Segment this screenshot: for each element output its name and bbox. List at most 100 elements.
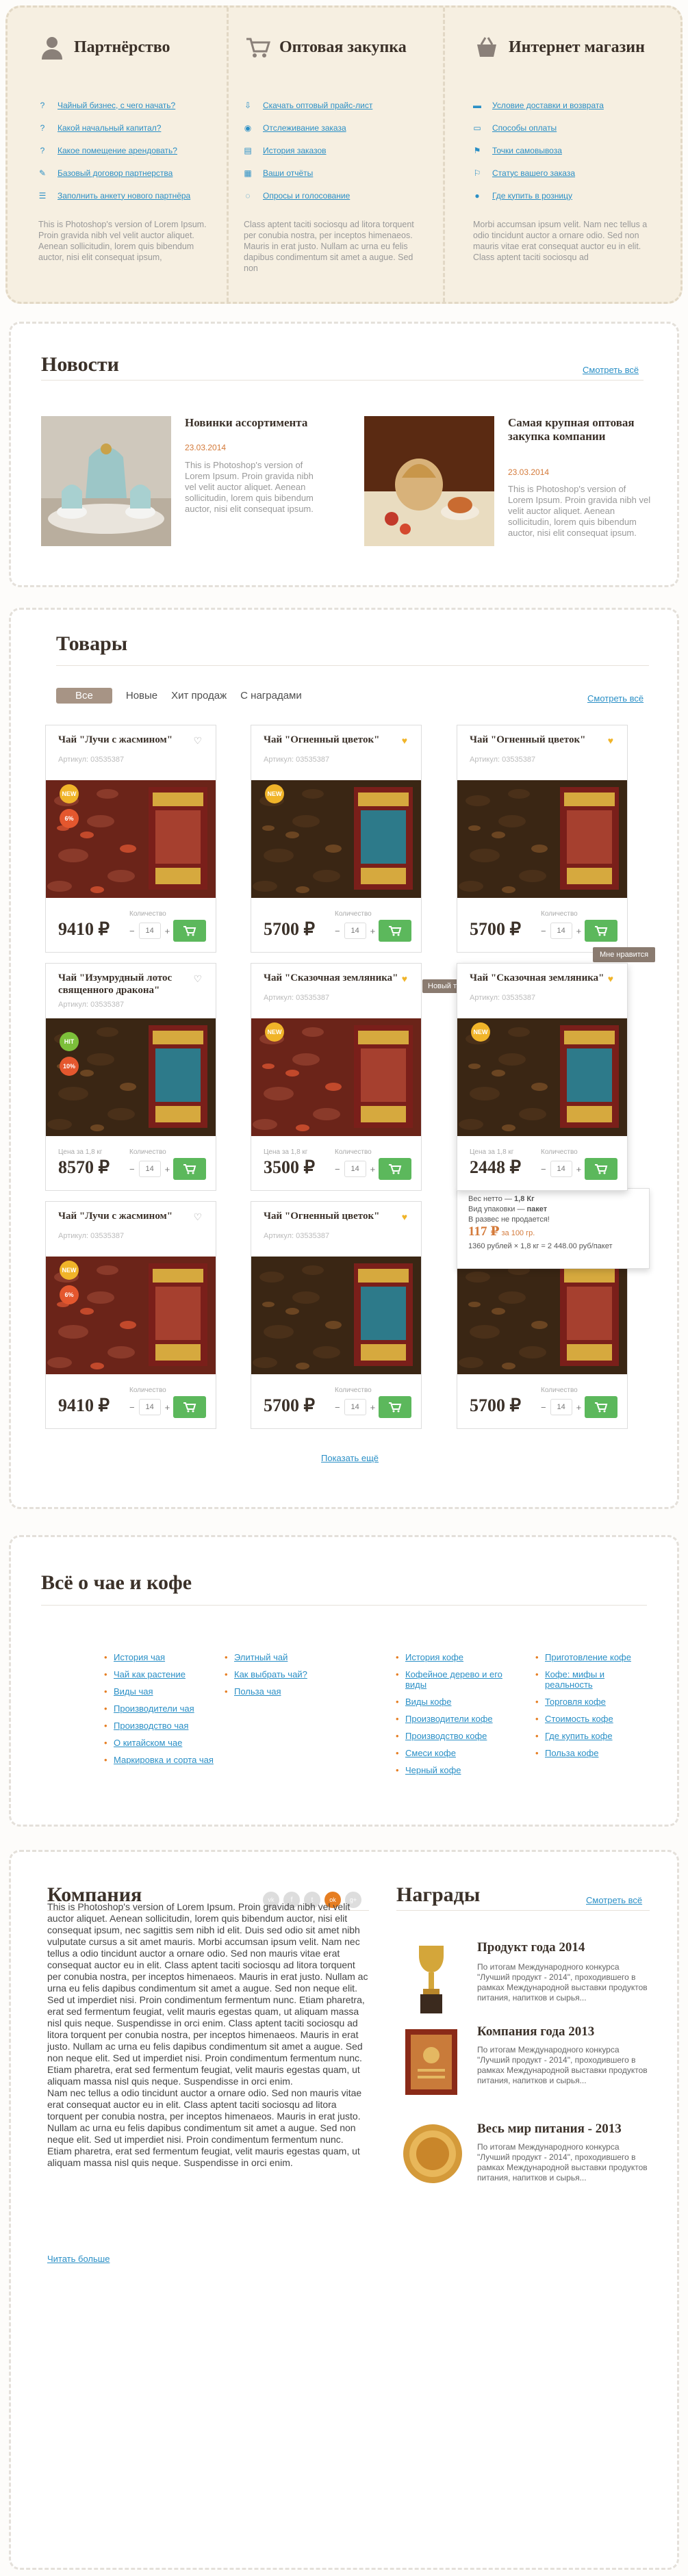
plus-icon[interactable]: +	[370, 1402, 376, 1413]
tea-coffee-link[interactable]: О китайском чае	[104, 1738, 214, 1748]
add-to-cart-button[interactable]	[173, 920, 206, 942]
product-card[interactable]: Чай "Лучи с жасмином" ♡ Артикул: 0353538…	[45, 1201, 216, 1429]
heart-icon[interactable]: ♡	[193, 1211, 202, 1223]
tea-coffee-link[interactable]: Кофе: мифы и реальность	[535, 1669, 645, 1690]
tea-coffee-link[interactable]: История кофе	[396, 1652, 505, 1662]
awards-see-all-link[interactable]: Смотреть всё	[586, 1895, 642, 1905]
quantity-stepper[interactable]: − 14 +	[541, 1399, 581, 1415]
heart-icon[interactable]: ♥	[402, 1211, 407, 1222]
shop-link[interactable]: ● Где купить в розницу	[473, 184, 648, 207]
quantity-input[interactable]: 14	[344, 923, 366, 939]
tea-coffee-link[interactable]: Виды кофе	[396, 1697, 505, 1707]
quantity-input[interactable]: 14	[138, 1399, 161, 1415]
quantity-stepper[interactable]: − 14 +	[335, 923, 375, 939]
minus-icon[interactable]: −	[541, 1164, 546, 1174]
tea-coffee-link[interactable]: История чая	[104, 1652, 214, 1662]
partnership-link[interactable]: ? Чайный бизнес, с чего начать?	[38, 94, 216, 116]
tea-coffee-link[interactable]: Элитный чай	[225, 1652, 327, 1662]
plus-icon[interactable]: +	[165, 1402, 170, 1413]
heart-icon[interactable]: ♥	[402, 735, 407, 746]
tea-coffee-link[interactable]: Где купить кофе	[535, 1731, 645, 1741]
plus-icon[interactable]: +	[576, 1402, 582, 1413]
minus-icon[interactable]: −	[335, 1164, 340, 1174]
tea-coffee-link[interactable]: Приготовление кофе	[535, 1652, 645, 1662]
heart-icon[interactable]: ♡	[193, 973, 202, 985]
add-to-cart-button[interactable]	[379, 1396, 411, 1418]
quantity-stepper[interactable]: − 14 +	[541, 923, 581, 939]
add-to-cart-button[interactable]	[585, 1396, 617, 1418]
news-item-title[interactable]: Самая крупная оптовая закупка компании	[508, 416, 652, 443]
quantity-stepper[interactable]: − 14 +	[129, 1161, 170, 1177]
news-item-title[interactable]: Новинки ассортимента	[185, 416, 322, 430]
plus-icon[interactable]: +	[165, 926, 170, 936]
tab-awards[interactable]: С наградами	[240, 690, 302, 701]
tab-new[interactable]: Новые	[126, 690, 157, 701]
product-card[interactable]: Чай "Огненный цветок" ♥ Артикул: 0353538…	[251, 1201, 422, 1429]
product-name[interactable]: Чай "Огненный цветок"	[470, 734, 607, 746]
heart-icon[interactable]: ♥	[608, 735, 613, 746]
partnership-link[interactable]: ? Какое помещение арендовать?	[38, 139, 216, 162]
product-name[interactable]: Чай "Сказочная земляника"	[264, 972, 400, 984]
minus-icon[interactable]: −	[335, 1402, 340, 1413]
tea-coffee-link[interactable]: Стоимость кофе	[535, 1714, 645, 1724]
wholesale-link[interactable]: ▤ История заказов	[244, 139, 418, 162]
product-name[interactable]: Чай "Лучи с жасмином"	[58, 1210, 195, 1222]
tab-all[interactable]: Все	[56, 688, 112, 704]
add-to-cart-button[interactable]	[379, 920, 411, 942]
tea-coffee-link[interactable]: Черный кофе	[396, 1765, 505, 1775]
heart-icon[interactable]: ♥	[608, 973, 613, 984]
plus-icon[interactable]: +	[576, 926, 582, 936]
shop-link[interactable]: ▬ Условие доставки и возврата	[473, 94, 648, 116]
quantity-input[interactable]: 14	[138, 923, 161, 939]
quantity-input[interactable]: 14	[550, 1399, 572, 1415]
minus-icon[interactable]: −	[129, 926, 135, 936]
product-card[interactable]: Чай "Сказочная земляника" ♥ Артикул: 035…	[251, 963, 422, 1191]
products-see-all-link[interactable]: Смотреть всё	[587, 693, 644, 704]
tea-coffee-link[interactable]: Маркировка и сорта чая	[104, 1755, 214, 1765]
wholesale-link[interactable]: ⇩ Скачать оптовый прайс-лист	[244, 94, 418, 116]
plus-icon[interactable]: +	[576, 1164, 582, 1174]
heart-icon[interactable]: ♡	[193, 735, 202, 747]
product-image[interactable]	[457, 1257, 627, 1374]
quantity-input[interactable]: 14	[138, 1161, 161, 1177]
tea-coffee-link[interactable]: Как выбрать чай?	[225, 1669, 327, 1679]
product-name[interactable]: Чай "Огненный цветок"	[264, 1210, 400, 1222]
product-card[interactable]: Чай "Огненный цветок" ♥ Артикул: 0353538…	[457, 725, 628, 953]
news-image-teatable[interactable]	[364, 416, 494, 546]
plus-icon[interactable]: +	[370, 1164, 376, 1174]
product-card[interactable]: Чай "Огненный цветок" ♥ Артикул: 0353538…	[251, 725, 422, 953]
tea-coffee-link[interactable]: Производители кофе	[396, 1714, 505, 1724]
tea-coffee-link[interactable]: Польза кофе	[535, 1748, 645, 1758]
minus-icon[interactable]: −	[335, 926, 340, 936]
product-name[interactable]: Чай "Изумрудный лотос священного дракона…	[58, 972, 195, 996]
shop-link[interactable]: ⚐ Статус вашего заказа	[473, 162, 648, 184]
show-more-link[interactable]: Показать ещё	[321, 1453, 379, 1463]
quantity-input[interactable]: 14	[550, 923, 572, 939]
add-to-cart-button[interactable]	[379, 1158, 411, 1180]
product-card[interactable]: Чай "Сказочная земляника" ♥ Артикул: 035…	[457, 963, 628, 1191]
news-image-teaset[interactable]	[41, 416, 171, 546]
product-image[interactable]	[457, 780, 627, 898]
partnership-link[interactable]: ✎ Базовый договор партнерства	[38, 162, 216, 184]
tab-bestsellers[interactable]: Хит продаж	[171, 690, 227, 701]
quantity-stepper[interactable]: − 14 +	[335, 1161, 375, 1177]
add-to-cart-button[interactable]	[173, 1158, 206, 1180]
tea-coffee-link[interactable]: Кофейное дерево и его виды	[396, 1669, 505, 1690]
product-image[interactable]	[251, 1257, 421, 1374]
news-see-all-link[interactable]: Смотреть всё	[583, 365, 639, 375]
quantity-stepper[interactable]: − 14 +	[129, 923, 170, 939]
read-more-link[interactable]: Читать больше	[47, 2254, 110, 2264]
add-to-cart-button[interactable]	[173, 1396, 206, 1418]
quantity-stepper[interactable]: − 14 +	[335, 1399, 375, 1415]
add-to-cart-button[interactable]	[585, 1158, 617, 1180]
tea-coffee-link[interactable]: Польза чая	[225, 1686, 327, 1697]
minus-icon[interactable]: −	[541, 926, 546, 936]
minus-icon[interactable]: −	[129, 1164, 135, 1174]
award-title[interactable]: Компания года 2013	[477, 2024, 594, 2039]
tea-coffee-link[interactable]: Смеси кофе	[396, 1748, 505, 1758]
plus-icon[interactable]: +	[165, 1164, 170, 1174]
plus-icon[interactable]: +	[370, 926, 376, 936]
tea-coffee-link[interactable]: Производство чая	[104, 1721, 214, 1731]
quantity-stepper[interactable]: − 14 +	[541, 1161, 581, 1177]
partnership-link[interactable]: ? Какой начальный капитал?	[38, 116, 216, 139]
